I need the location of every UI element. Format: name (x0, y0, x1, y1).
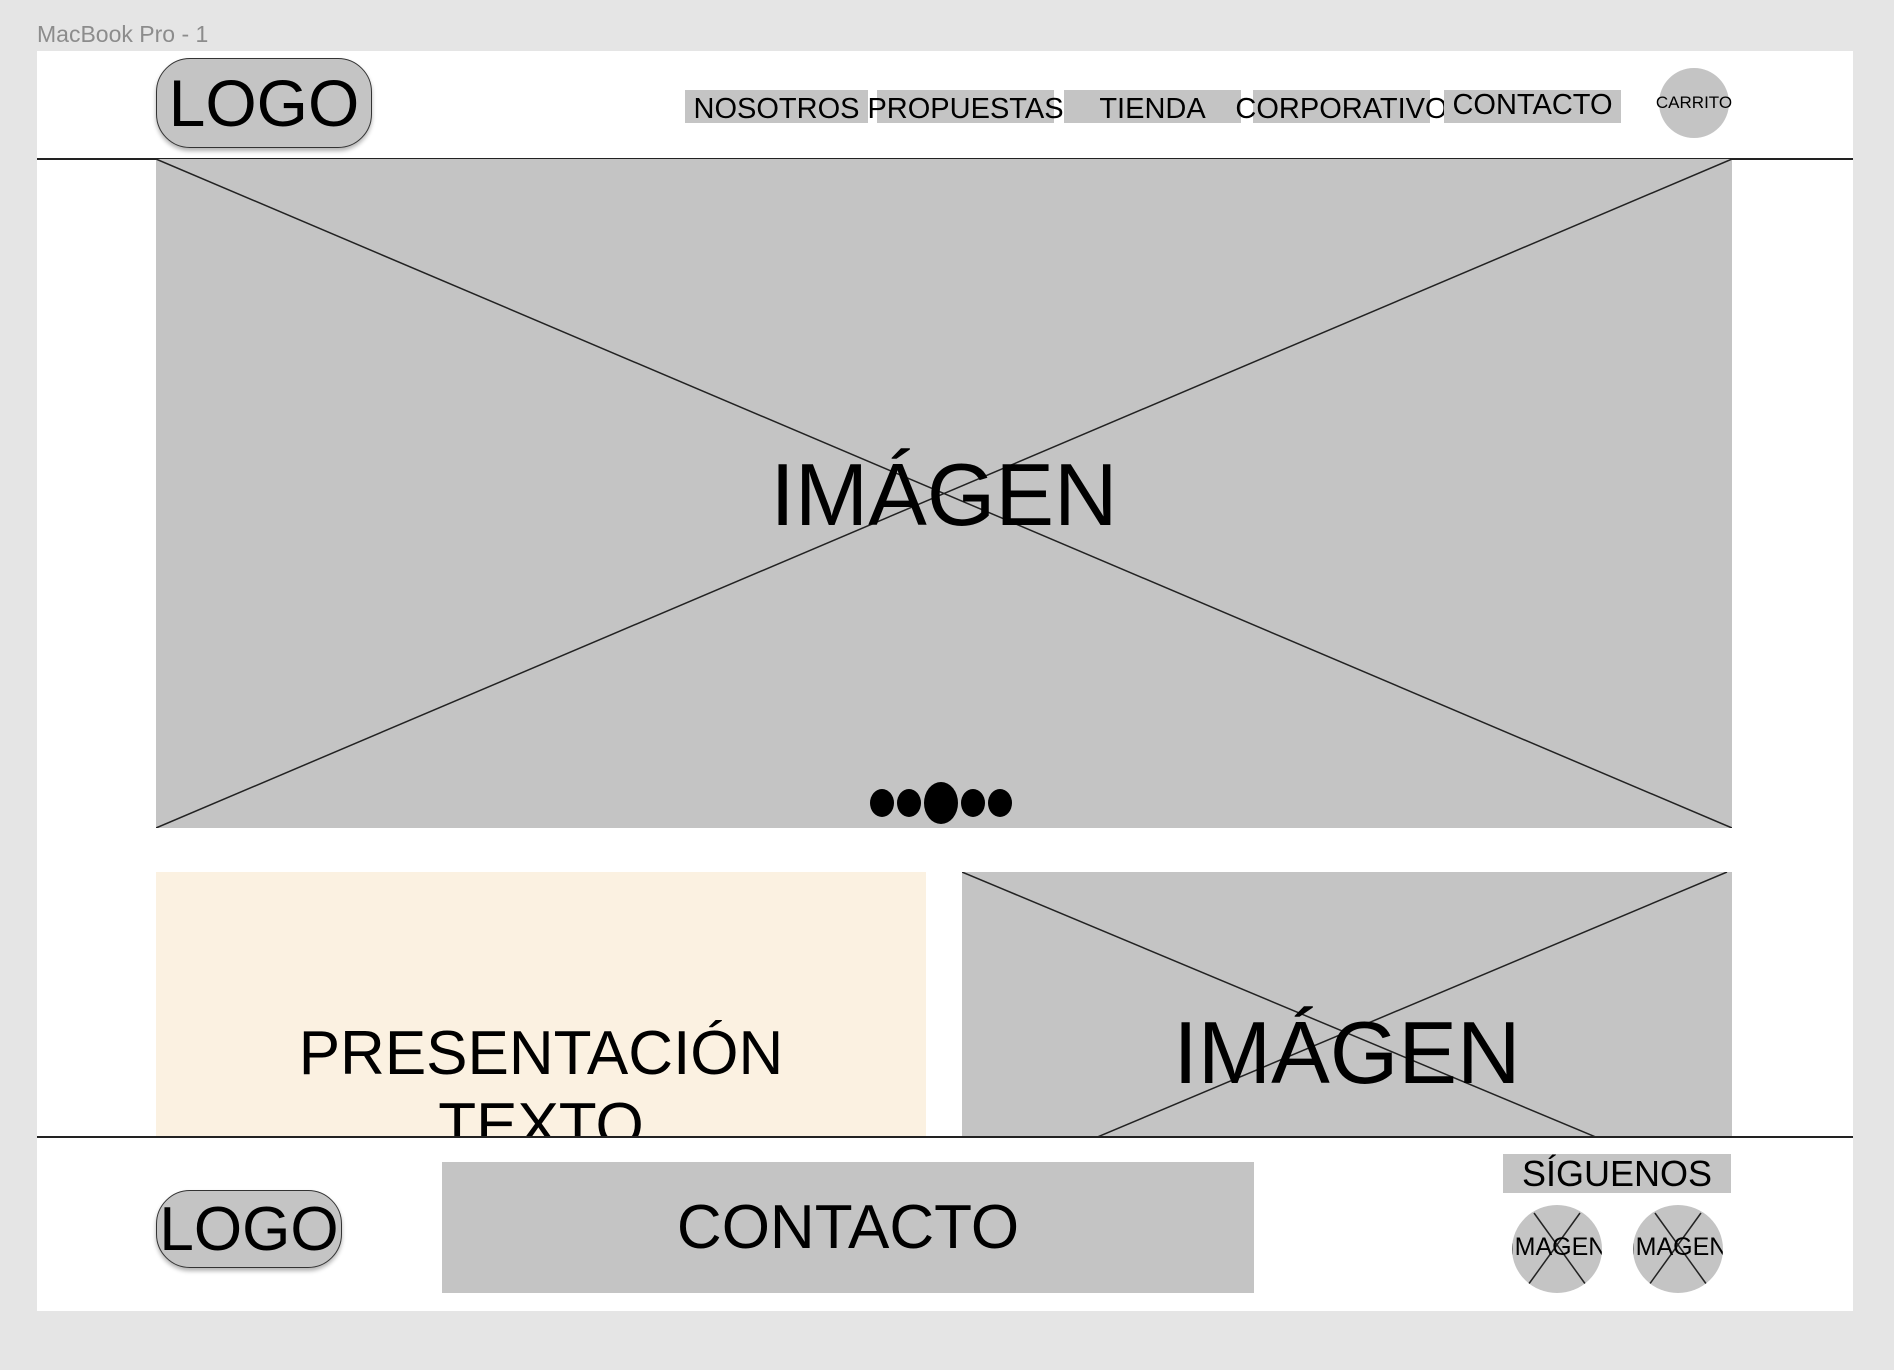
social-image-2[interactable]: IMAGEN (1633, 1205, 1723, 1293)
header-logo[interactable]: LOGO (156, 58, 372, 148)
nav-propuestas[interactable]: PROPUESTAS (867, 90, 1064, 125)
social-2-label: IMAGEN (1633, 1233, 1723, 1261)
nav-corporativo[interactable]: CORPORATIVO (1235, 90, 1448, 125)
carousel-dot[interactable] (897, 789, 921, 817)
carousel-indicators (870, 782, 1012, 824)
footer: LOGO CONTACTO SÍGUENOS IMAGEN IMAGEN (37, 1138, 1853, 1311)
presentation-title: PRESENTACIÓN (298, 1019, 784, 1088)
content-image-placeholder: IMÁGEN (962, 872, 1732, 1136)
page-frame: LOGO NOSOTROS PROPUESTAS TIENDA CORPORAT… (37, 51, 1853, 1311)
presentation-text: TEXTO (438, 1091, 644, 1136)
hero-image-placeholder: IMÁGEN (156, 159, 1732, 828)
cart-button[interactable]: CARRITO (1656, 68, 1732, 138)
carousel-dot-active[interactable] (924, 782, 958, 824)
frame-label: MacBook Pro - 1 (37, 21, 209, 47)
presentation-block: PRESENTACIÓN TEXTO (156, 872, 926, 1136)
footer-logo[interactable]: LOGO (156, 1190, 342, 1268)
social-1-label: IMAGEN (1512, 1233, 1602, 1261)
carousel-dot[interactable] (870, 789, 894, 817)
follow-us-label: SÍGUENOS (1503, 1153, 1731, 1194)
carousel-dot[interactable] (988, 789, 1012, 817)
nav-tienda[interactable]: TIENDA (1064, 90, 1241, 125)
nav-nosotros[interactable]: NOSOTROS (685, 90, 868, 125)
content-image-label: IMÁGEN (1173, 1003, 1521, 1102)
footer-contact-button[interactable]: CONTACTO (442, 1162, 1254, 1293)
hero-image-label: IMÁGEN (770, 445, 1118, 544)
carousel-dot[interactable] (961, 789, 985, 817)
social-image-1[interactable]: IMAGEN (1512, 1205, 1602, 1293)
nav-contacto[interactable]: CONTACTO (1444, 89, 1621, 123)
